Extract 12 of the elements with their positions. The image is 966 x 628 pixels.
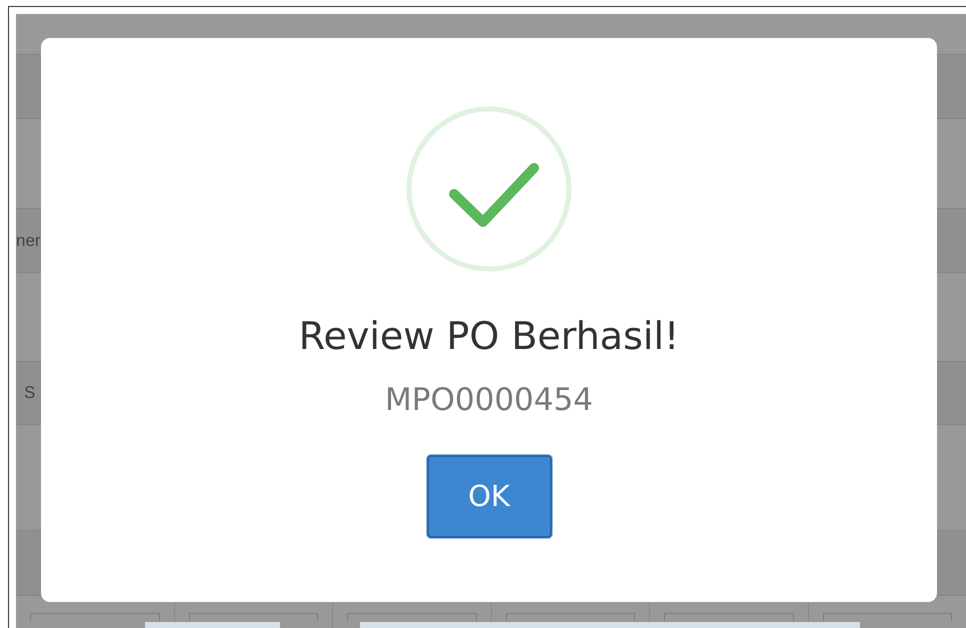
input-field[interactable] [506,613,635,621]
ok-button[interactable]: OK [426,454,552,538]
input-field[interactable] [664,613,794,621]
input-field[interactable] [822,613,952,621]
table-cell-text: ner [16,230,41,250]
table-cell-text: S [24,383,36,403]
input-field[interactable] [188,613,318,621]
input-field[interactable] [347,613,476,621]
dialog-title: Review PO Berhasil! [298,314,680,360]
input-field[interactable] [30,613,160,621]
po-number: MPO0000454 [385,382,593,419]
success-check-icon [406,106,572,272]
